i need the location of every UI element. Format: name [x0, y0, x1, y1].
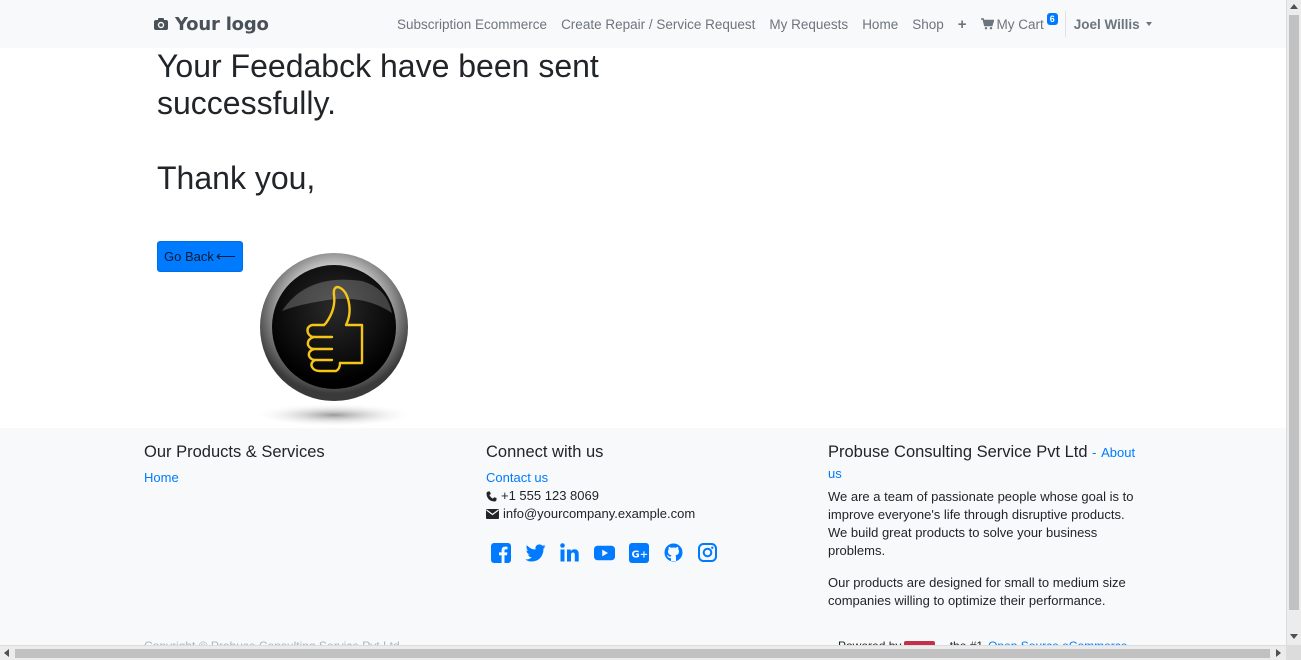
main-nav: Subscription Ecommerce Create Repair / S…	[390, 11, 1152, 37]
svg-text:G+: G+	[631, 549, 648, 560]
arrow-left-icon: ⟵	[215, 248, 236, 264]
social-links: G+	[490, 542, 786, 563]
cart-label: My Cart	[996, 16, 1044, 32]
scrollbar-corner	[1286, 645, 1301, 660]
vertical-scrollbar[interactable]	[1286, 0, 1301, 660]
about-separator: -	[1092, 445, 1097, 460]
logo-text: Your logo	[175, 13, 269, 35]
instagram-icon[interactable]	[697, 542, 718, 563]
horizontal-scroll-thumb[interactable]	[15, 649, 1270, 658]
footer: Our Products & Services Home Connect wit…	[0, 428, 1286, 653]
scroll-right-arrow-icon[interactable]	[1276, 649, 1281, 657]
youtube-icon[interactable]	[593, 542, 615, 563]
email-address: info@yourcompany.example.com	[503, 506, 696, 521]
company-description-2: Our products are designed for small to m…	[828, 575, 1126, 608]
nav-shop[interactable]: Shop	[912, 17, 944, 32]
site-logo[interactable]: Your logo	[153, 12, 269, 36]
nav-my-requests[interactable]: My Requests	[769, 17, 848, 32]
company-description-1: We are a team of passionate people whose…	[828, 489, 1134, 558]
linkedin-icon[interactable]	[559, 542, 580, 563]
cart-count-badge: 6	[1046, 13, 1058, 25]
caret-down-icon	[1145, 22, 1152, 26]
go-back-button[interactable]: Go Back ⟵	[157, 241, 243, 272]
nav-create-repair-request[interactable]: Create Repair / Service Request	[561, 17, 755, 32]
envelope-icon	[486, 509, 499, 519]
company-heading: Probuse Consulting Service Pvt Ltd - Abo…	[828, 442, 1140, 484]
contact-us-link[interactable]: Contact us	[486, 470, 548, 485]
go-back-label: Go Back	[164, 249, 214, 264]
shopping-cart-icon	[980, 18, 994, 30]
nav-my-cart[interactable]: My Cart 6	[980, 13, 1058, 32]
phone-line: +1 555 123 8069	[486, 487, 786, 505]
plus-icon[interactable]: +	[958, 16, 967, 33]
success-message: Your Feedabck have been sent successfull…	[157, 48, 599, 121]
footer-home-link[interactable]: Home	[144, 470, 179, 485]
footer-products-column: Our Products & Services Home	[144, 442, 444, 487]
scroll-up-arrow-icon[interactable]	[1290, 4, 1298, 9]
scroll-left-arrow-icon[interactable]	[4, 649, 9, 657]
horizontal-scrollbar[interactable]	[0, 645, 1286, 660]
footer-company-column: Probuse Consulting Service Pvt Ltd - Abo…	[828, 442, 1140, 610]
company-name: Probuse Consulting Service Pvt Ltd	[828, 443, 1088, 461]
github-icon[interactable]	[663, 542, 684, 563]
connect-heading: Connect with us	[486, 443, 604, 461]
thank-you-text: Thank you,	[157, 160, 316, 196]
nav-subscription-ecommerce[interactable]: Subscription Ecommerce	[397, 17, 547, 32]
user-name: Joel Willis	[1073, 16, 1140, 32]
google-plus-icon[interactable]: G+	[628, 542, 649, 563]
scroll-down-arrow-icon[interactable]	[1290, 634, 1298, 639]
facebook-icon[interactable]	[490, 542, 511, 563]
phone-number: +1 555 123 8069	[501, 488, 599, 503]
footer-connect-column: Connect with us Contact us +1 555 123 80…	[486, 442, 786, 563]
products-heading: Our Products & Services	[144, 443, 325, 461]
camera-icon	[154, 18, 168, 30]
twitter-icon[interactable]	[524, 542, 546, 563]
nav-divider	[1064, 11, 1066, 37]
nav-home[interactable]: Home	[862, 17, 898, 32]
phone-icon	[486, 491, 497, 501]
email-line: info@yourcompany.example.com	[486, 505, 786, 523]
thumbs-up-image	[252, 253, 416, 427]
vertical-scroll-thumb[interactable]	[1289, 15, 1299, 610]
user-menu[interactable]: Joel Willis	[1074, 17, 1152, 32]
top-navbar: Your logo Subscription Ecommerce Create …	[0, 0, 1286, 48]
